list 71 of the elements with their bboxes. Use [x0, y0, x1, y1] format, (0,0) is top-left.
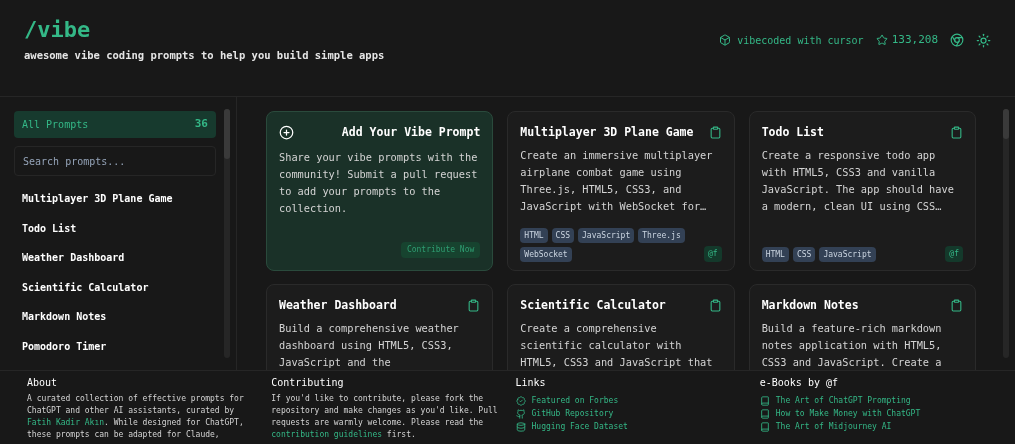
ebook-link[interactable]: The Art of Midjourney AI	[759, 421, 988, 432]
card-title: Scientific Calculator	[520, 297, 666, 314]
github-icon	[515, 408, 526, 419]
book-icon	[759, 408, 770, 419]
card-description: Create an immersive multiplayer airplane combat game using Three.js, HTML5, CSS3, and JavaScript with WebSocket for…	[520, 148, 714, 215]
prompt-card[interactable]: Multiplayer 3D Plane Game Create an immersive multiplayer airplane combat game using Three.js, HTML5, CSS3, and JavaScript with WebSocket for… HTML CSS JavaScript Three.js WebSocket @f	[507, 111, 735, 271]
tag: JavaScript	[819, 247, 876, 262]
star-count[interactable]: 133,208	[875, 32, 938, 49]
clipboard-icon[interactable]	[708, 126, 722, 140]
card-description: Share your vibe prompts with the community! Submit a pull request to add your prompts to the collection.	[279, 150, 479, 217]
plus-icon	[279, 125, 294, 141]
sidebar-item[interactable]: Multiplayer 3D Plane Game	[14, 184, 216, 214]
clipboard-icon[interactable]	[708, 299, 722, 313]
star-icon	[875, 34, 888, 47]
tag: WebSocket	[520, 247, 572, 262]
card-title: Todo List	[761, 124, 824, 141]
card-title: Markdown Notes	[761, 297, 859, 314]
ebook-link[interactable]: The Art of ChatGPT Prompting	[759, 395, 988, 406]
tag: HTML	[520, 228, 548, 243]
book-icon	[759, 421, 770, 432]
sidebar-item[interactable]: Markdown Notes	[14, 302, 216, 332]
footer-heading: e-Books by @f	[759, 377, 840, 389]
card-description: Build a comprehensive weather dashboard using HTML5, CSS3, JavaScript and the	[279, 321, 460, 370]
clipboard-icon[interactable]	[950, 299, 963, 313]
chrome-icon[interactable]	[950, 33, 964, 48]
footer-heading: Links	[515, 377, 547, 389]
site-title[interactable]: /vibe	[24, 16, 385, 44]
prompt-card[interactable]: Todo List Create a responsive todo app with HTML5, CSS3 and vanilla JavaScript. The app should have a modern, clean UI using CSS… HTML CSS JavaScript @f	[748, 111, 976, 271]
footer-paragraph: A curated collection of effective prompts for ChatGPT and other AI assistants, curated by Fatih Kadir Akın. While designed for ChatGPT, these prompts can be adapted for Claude,	[27, 393, 245, 441]
footer-link[interactable]: Featured on Forbes	[515, 395, 744, 406]
footer-heading: About	[27, 377, 59, 389]
footer-link[interactable]: Hugging Face Dataset	[515, 421, 744, 432]
footer-link[interactable]: GitHub Repository	[515, 408, 744, 419]
footer-link[interactable]: contribution guidelines	[271, 430, 383, 439]
cube-icon	[719, 34, 732, 47]
sidebar-item[interactable]: Weather Dashboard	[14, 243, 216, 273]
tag: HTML	[761, 247, 789, 262]
ebook-link[interactable]: How to Make Money with ChatGPT	[759, 408, 988, 419]
prompt-card[interactable]: Markdown Notes Build a feature-rich markdown notes application with HTML5, CSS3 and JavaScript. Create a	[748, 284, 976, 370]
sidebar-item[interactable]: Scientific Calculator	[14, 272, 216, 302]
card-title: Weather Dashboard	[279, 297, 397, 314]
scrollbar[interactable]	[224, 109, 230, 358]
badge-check-icon	[515, 395, 526, 406]
card-title: Add Your Vibe Prompt	[341, 124, 481, 141]
prompt-card[interactable]: Scientific Calculator Create a comprehensive scientific calculator with HTML5, CSS3 and JavaScript that	[507, 284, 735, 370]
sidebar-item[interactable]: Pomodoro Timer	[14, 331, 216, 361]
database-icon	[515, 421, 526, 432]
scrollbar[interactable]	[1003, 109, 1009, 358]
theme-toggle-icon[interactable]	[976, 32, 991, 48]
card-description: Create a comprehensive scientific calculator with HTML5, CSS3 and JavaScript that	[520, 321, 714, 370]
cursor-link[interactable]: vibecoded with cursor	[719, 32, 864, 48]
clipboard-icon[interactable]	[950, 126, 963, 140]
book-icon	[759, 395, 770, 406]
all-prompts-item[interactable]: All Prompts 36	[14, 111, 216, 138]
site-subtitle: awesome vibe coding prompts to help you build simple apps	[24, 48, 385, 63]
tag: CSS	[792, 247, 816, 262]
author-badge[interactable]: @f	[945, 246, 963, 262]
tag: Three.js	[638, 228, 685, 243]
card-title: Multiplayer 3D Plane Game	[520, 124, 694, 141]
author-badge[interactable]: @f	[704, 246, 722, 262]
sidebar-item[interactable]: Todo List	[14, 213, 216, 243]
search-field[interactable]: Search prompts...	[14, 146, 216, 176]
footer-paragraph: If you'd like to contribute, please fork the repository and make changes as you'd like. Pull requests are warmly welcome. Please read the contribution guidelines first.	[271, 393, 499, 441]
footer-heading: Contributing	[271, 377, 345, 389]
add-prompt-card[interactable]: Add Your Vibe Prompt Share your vibe prompts with the community! Submit a pull request to add your prompts to the collection. Contribute Now	[266, 111, 494, 271]
tag: CSS	[551, 228, 575, 243]
clipboard-icon[interactable]	[467, 299, 481, 313]
tag: JavaScript	[578, 228, 635, 243]
card-description: Build a feature-rich markdown notes application with HTML5, CSS3 and JavaScript. Create a	[761, 321, 943, 370]
prompt-card[interactable]: Weather Dashboard Build a comprehensive weather dashboard using HTML5, CSS3, JavaScript and the	[266, 284, 494, 370]
card-description: Create a responsive todo app with HTML5, CSS3 and vanilla JavaScript. The app should have a modern, clean UI using CSS…	[761, 148, 955, 215]
